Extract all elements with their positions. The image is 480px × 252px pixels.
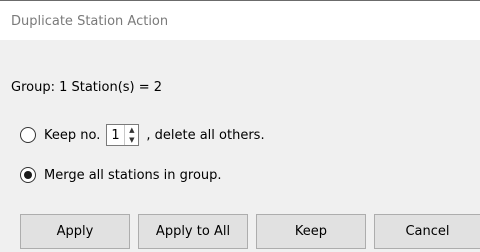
apply-button[interactable]: Apply <box>20 214 130 249</box>
keep-number-value[interactable]: 1 <box>107 125 124 145</box>
cancel-button[interactable]: Cancel <box>374 214 480 249</box>
group-info-label: Group: 1 Station(s) = 2 <box>11 80 163 95</box>
duplicate-station-dialog: Duplicate Station Action Group: 1 Statio… <box>0 0 480 252</box>
keep-option-row: Keep no. 1 ▲ ▼ , delete all others. <box>20 122 265 148</box>
keep-radio[interactable] <box>20 127 36 143</box>
window-title: Duplicate Station Action <box>11 14 169 29</box>
button-bar: Apply Apply to All Keep Cancel <box>0 214 480 252</box>
merge-radio[interactable] <box>20 167 36 183</box>
spin-arrows: ▲ ▼ <box>124 125 138 145</box>
keep-suffix-label: , delete all others. <box>146 127 265 143</box>
merge-option-row: Merge all stations in group. <box>20 164 222 186</box>
spin-down-icon[interactable]: ▼ <box>125 135 138 145</box>
spin-up-icon[interactable]: ▲ <box>125 125 138 135</box>
merge-radio-dot <box>24 171 32 179</box>
keep-number-spinbox[interactable]: 1 ▲ ▼ <box>106 124 140 146</box>
keep-button[interactable]: Keep <box>256 214 366 249</box>
merge-label: Merge all stations in group. <box>44 167 222 183</box>
apply-to-all-button[interactable]: Apply to All <box>138 214 248 249</box>
keep-prefix-label: Keep no. <box>44 127 101 143</box>
title-bar[interactable]: Duplicate Station Action <box>0 1 480 40</box>
